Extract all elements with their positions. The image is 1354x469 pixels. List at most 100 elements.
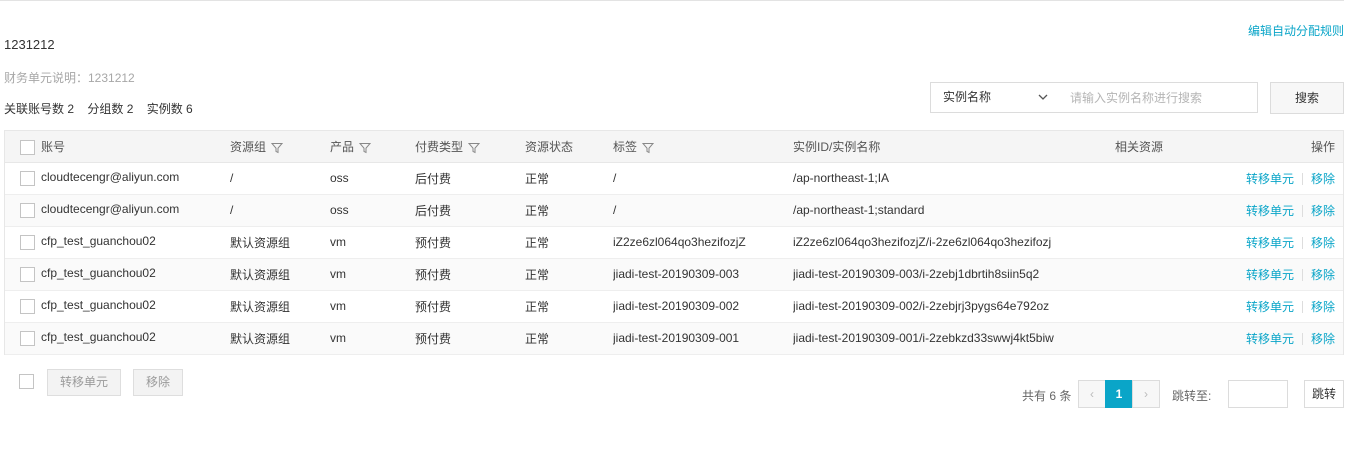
related-cell: [1115, 258, 1225, 291]
related-cell: [1115, 322, 1225, 355]
related-cell: [1115, 226, 1225, 259]
account-cell: cfp_test_guanchou02: [41, 298, 156, 313]
jump-button[interactable]: 跳转: [1304, 380, 1344, 408]
action-divider: [1301, 333, 1303, 346]
tag-cell: iZ2ze6zl064qo3hezifozjZ: [613, 226, 793, 259]
billing-type-cell: 后付费: [415, 194, 525, 227]
transfer-unit-link[interactable]: 转移单元: [1246, 332, 1294, 346]
action-divider: [1301, 269, 1303, 282]
tag-cell: jiadi-test-20190309-001: [613, 322, 793, 355]
billing-type-cell: 后付费: [415, 162, 525, 195]
account-cell: cfp_test_guanchou02: [41, 234, 156, 249]
transfer-unit-link[interactable]: 转移单元: [1246, 172, 1294, 186]
resource-table: 账号 资源组 产品 付费类型 资源状态 标签 实例ID/实例名称 相关资源 操作…: [4, 130, 1344, 355]
edit-auto-assign-rule-link[interactable]: 编辑自动分配规则: [1248, 22, 1344, 39]
column-resource-group: 资源组: [230, 131, 330, 163]
search-input[interactable]: [1062, 82, 1258, 113]
bulk-transfer-unit-button[interactable]: 转移单元: [47, 369, 121, 396]
account-cell: cfp_test_guanchou02: [41, 266, 156, 281]
billing-type-cell: 预付费: [415, 258, 525, 291]
transfer-unit-link[interactable]: 转移单元: [1246, 204, 1294, 218]
remove-link[interactable]: 移除: [1311, 236, 1335, 250]
row-checkbox[interactable]: [20, 266, 35, 282]
filter-icon[interactable]: [271, 142, 284, 154]
action-divider: [1301, 301, 1303, 314]
prev-page-button[interactable]: ‹: [1078, 380, 1106, 408]
instance-cell: /ap-northeast-1;IA: [793, 162, 1115, 195]
action-divider: [1301, 237, 1303, 250]
row-checkbox[interactable]: [20, 298, 35, 314]
row-checkbox[interactable]: [20, 202, 35, 218]
remove-link[interactable]: 移除: [1311, 204, 1335, 218]
table-row: cfp_test_guanchou02 默认资源组 vm 预付费 正常 jiad…: [5, 258, 1343, 291]
transfer-unit-link[interactable]: 转移单元: [1246, 300, 1294, 314]
transfer-unit-link[interactable]: 转移单元: [1246, 268, 1294, 282]
search-field-value: 实例名称: [943, 90, 992, 104]
status-cell: 正常: [525, 258, 613, 291]
next-page-button[interactable]: ›: [1132, 380, 1160, 408]
account-cell: cfp_test_guanchou02: [41, 330, 156, 345]
column-actions: 操作: [1225, 131, 1343, 163]
filter-icon[interactable]: [359, 142, 372, 154]
table-row: cfp_test_guanchou02 默认资源组 vm 预付费 正常 iZ2z…: [5, 226, 1343, 259]
select-all-checkbox[interactable]: [20, 139, 35, 155]
resource-group-cell: 默认资源组: [230, 226, 330, 259]
table-row: cloudtecengr@aliyun.com / oss 后付费 正常 / /…: [5, 194, 1343, 227]
instance-cell: jiadi-test-20190309-003/i-2zebj1dbrtih8s…: [793, 258, 1115, 291]
row-checkbox[interactable]: [20, 234, 35, 250]
filter-icon[interactable]: [642, 142, 655, 154]
transfer-unit-link[interactable]: 转移单元: [1246, 236, 1294, 250]
bulk-select-checkbox[interactable]: [19, 374, 34, 389]
product-cell: vm: [330, 322, 415, 355]
status-cell: 正常: [525, 194, 613, 227]
top-divider: [0, 0, 1344, 1]
related-cell: [1115, 162, 1225, 195]
jump-page-input[interactable]: [1228, 380, 1288, 408]
remove-link[interactable]: 移除: [1311, 268, 1335, 282]
remove-link[interactable]: 移除: [1311, 332, 1335, 346]
tag-cell: /: [613, 162, 793, 195]
column-tag: 标签: [613, 131, 793, 163]
remove-link[interactable]: 移除: [1311, 172, 1335, 186]
tag-cell: jiadi-test-20190309-002: [613, 290, 793, 323]
unit-description: 财务单元说明：1231212: [4, 71, 135, 85]
action-divider: [1301, 173, 1303, 186]
table-row: cfp_test_guanchou02 默认资源组 vm 预付费 正常 jiad…: [5, 290, 1343, 323]
resource-group-cell: 默认资源组: [230, 322, 330, 355]
tag-cell: jiadi-test-20190309-003: [613, 258, 793, 291]
instance-cell: iZ2ze6zl064qo3hezifozjZ/i-2ze6zl064qo3he…: [793, 226, 1115, 259]
row-checkbox[interactable]: [20, 170, 35, 186]
status-cell: 正常: [525, 322, 613, 355]
related-cell: [1115, 194, 1225, 227]
table-header-row: 账号 资源组 产品 付费类型 资源状态 标签 实例ID/实例名称 相关资源 操作: [5, 131, 1343, 163]
column-billing-type: 付费类型: [415, 131, 525, 163]
total-count: 共有 6 条: [1022, 389, 1072, 403]
column-account: 账号: [5, 131, 230, 163]
billing-type-cell: 预付费: [415, 290, 525, 323]
action-divider: [1301, 205, 1303, 218]
chevron-down-icon: [1038, 94, 1048, 100]
search-field-select[interactable]: 实例名称: [930, 82, 1062, 113]
table-row: cloudtecengr@aliyun.com / oss 后付费 正常 / /…: [5, 162, 1343, 195]
row-checkbox[interactable]: [20, 330, 35, 346]
resource-group-cell: 默认资源组: [230, 290, 330, 323]
search-button[interactable]: 搜索: [1270, 82, 1344, 114]
filter-icon[interactable]: [468, 142, 481, 154]
product-cell: vm: [330, 226, 415, 259]
instance-cell: jiadi-test-20190309-001/i-2zebkzd33swwj4…: [793, 322, 1115, 355]
status-cell: 正常: [525, 162, 613, 195]
product-cell: vm: [330, 258, 415, 291]
instances-count: 实例数 6: [146, 102, 193, 116]
jump-to-label: 跳转至:: [1172, 389, 1212, 403]
status-cell: 正常: [525, 226, 613, 259]
remove-link[interactable]: 移除: [1311, 300, 1335, 314]
resource-group-cell: /: [230, 194, 330, 227]
billing-type-cell: 预付费: [415, 226, 525, 259]
unit-stats: 关联账号数 2 分组数 2 实例数 6: [4, 100, 203, 117]
groups-count: 分组数 2: [87, 102, 134, 116]
bulk-remove-button[interactable]: 移除: [133, 369, 183, 396]
billing-type-cell: 预付费: [415, 322, 525, 355]
page-1-button[interactable]: 1: [1105, 380, 1133, 408]
resource-group-cell: 默认资源组: [230, 258, 330, 291]
resource-group-cell: /: [230, 162, 330, 195]
